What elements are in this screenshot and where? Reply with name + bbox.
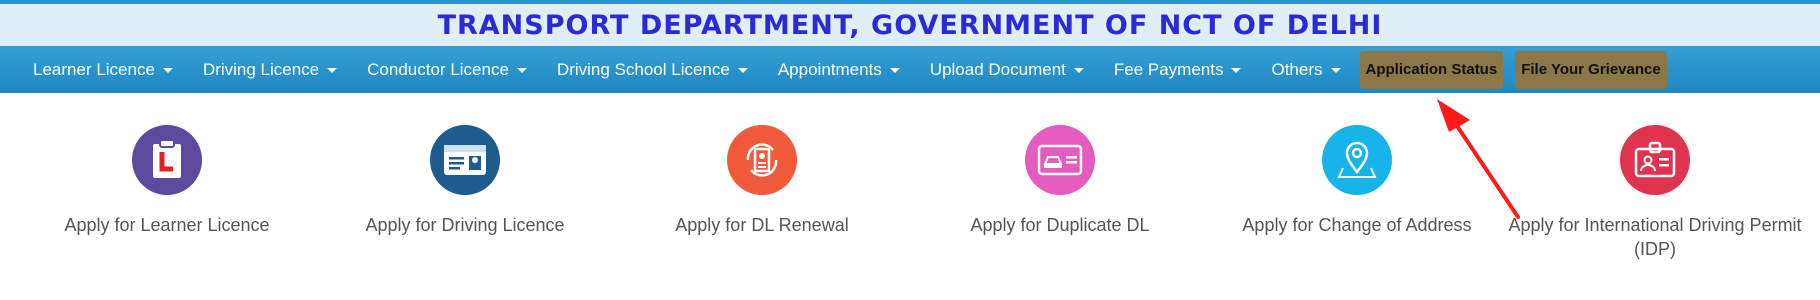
services-panel: Apply for Learner Licence Apply for Driv… — [0, 93, 1820, 300]
driving-licence-icon — [430, 125, 500, 195]
nav-driving-licence[interactable]: Driving Licence — [188, 46, 352, 93]
location-icon — [1322, 125, 1392, 195]
caret-down-icon — [516, 68, 527, 73]
page-title: TRANSPORT DEPARTMENT, GOVERNMENT OF NCT … — [437, 9, 1383, 41]
nav-item-label: Driving Licence — [202, 59, 320, 79]
nav-item-label: Others — [1271, 59, 1323, 79]
nav-appointments[interactable]: Appointments — [763, 46, 915, 93]
service-label: Apply for Learner Licence — [64, 215, 270, 235]
caret-down-icon — [889, 68, 900, 73]
caret-down-icon — [162, 68, 173, 73]
dl-renewal-icon — [727, 125, 797, 195]
site-header: TRANSPORT DEPARTMENT, GOVERNMENT OF NCT … — [0, 4, 1820, 46]
nav-item-label: Driving School Licence — [556, 59, 730, 79]
nav-driving-school-licence[interactable]: Driving School Licence — [542, 46, 763, 93]
nav-fee-payments[interactable]: Fee Payments — [1099, 46, 1257, 93]
caret-down-icon — [327, 68, 338, 73]
service-label: Apply for DL Renewal — [675, 215, 849, 235]
nav-others[interactable]: Others — [1256, 46, 1355, 93]
learner-licence-icon — [132, 125, 202, 195]
service-label: Apply for Duplicate DL — [970, 215, 1150, 235]
main-navbar: Learner Licence Driving Licence Conducto… — [0, 46, 1820, 93]
idp-icon — [1620, 125, 1690, 195]
nav-conductor-licence[interactable]: Conductor Licence — [352, 46, 542, 93]
service-label: Apply for Change of Address — [1242, 215, 1472, 235]
nav-learner-licence[interactable]: Learner Licence — [18, 46, 188, 93]
caret-down-icon — [1231, 68, 1242, 73]
nav-upload-document[interactable]: Upload Document — [915, 46, 1099, 93]
file-grievance-button[interactable]: File Your Grievance — [1515, 50, 1667, 89]
nav-item-label: Learner Licence — [33, 59, 155, 79]
duplicate-dl-icon — [1025, 125, 1095, 195]
nav-item-label: Fee Payments — [1113, 59, 1224, 79]
nav-item-label: Conductor Licence — [367, 59, 509, 79]
caret-down-icon — [1330, 68, 1341, 73]
nav-item-label: Upload Document — [929, 59, 1066, 79]
caret-down-icon — [737, 68, 748, 73]
nav-item-label: Appointments — [777, 59, 882, 79]
service-label: Apply for International Driving Permit (… — [1508, 215, 1802, 259]
application-status-button[interactable]: Application Status — [1359, 50, 1504, 89]
caret-down-icon — [1073, 68, 1084, 73]
service-label: Apply for Driving Licence — [365, 215, 565, 235]
